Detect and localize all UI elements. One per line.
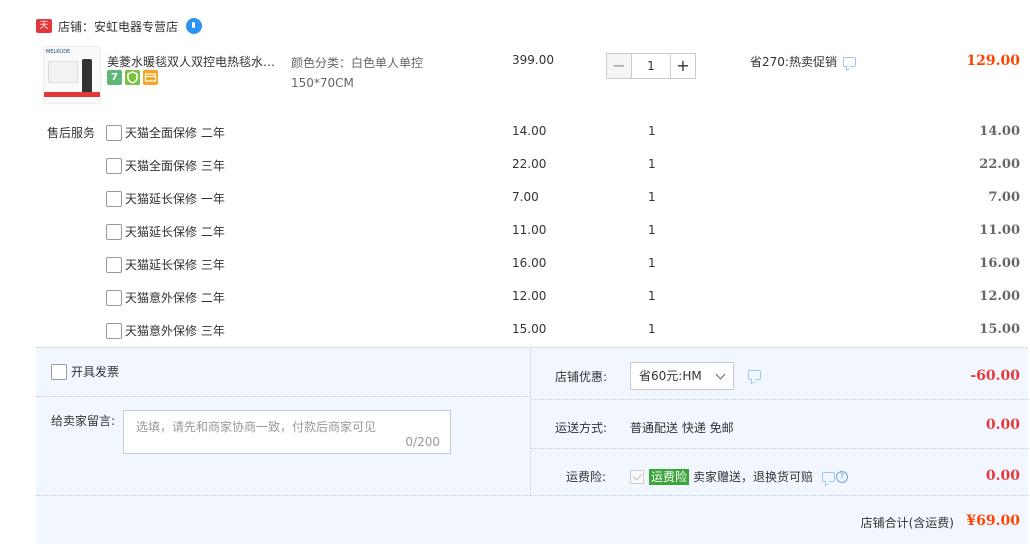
thumbnail-brand-text: MELKODE: [46, 49, 71, 55]
service-row: 天猫意外保修 三年 15.00 1 15.00: [36, 314, 1028, 347]
service-total: 15.00: [979, 322, 1020, 337]
service-row: 天猫全面保修 三年 22.00 1 22.00: [36, 149, 1028, 182]
service-price: 16.00: [512, 256, 547, 270]
service-row: 天猫意外保修 二年 12.00 1 12.00: [36, 281, 1028, 314]
seller-note-placeholder: 选填，请先和商家协商一致，付款后商家可见: [136, 420, 377, 434]
insurance-amount: 0.00: [985, 468, 1020, 484]
service-total: 14.00: [979, 124, 1020, 139]
service-name: 天猫延长保修 一年: [125, 192, 225, 206]
product-row: MELKODE 美菱水暖毯双人双控电热毯水循环... 7 颜色分类：白色单人单控…: [36, 44, 1028, 110]
help-icon[interactable]: ?: [836, 470, 849, 483]
service-total: 22.00: [979, 157, 1020, 172]
insurance-checkbox: [630, 469, 644, 484]
service-checkbox[interactable]: [106, 158, 122, 174]
seller-note-input[interactable]: 选填，请先和商家协商一致，付款后商家可见 0/200: [123, 410, 451, 454]
message-icon[interactable]: [822, 471, 836, 482]
shipping-amount: 0.00: [985, 417, 1020, 433]
service-name: 天猫全面保修 二年: [125, 126, 225, 140]
order-summary-panel: 开具发票 给卖家留言: 选填，请先和商家协商一致，付款后商家可见 0/200 店…: [36, 347, 1028, 544]
insurance-badge: 运费险: [649, 468, 690, 485]
service-qty: 1: [648, 289, 656, 303]
invoice-checkbox[interactable]: [51, 363, 67, 380]
shop-discount-value: 省60元:HM: [639, 369, 702, 383]
promotion-info: 省270:热卖促销: [750, 53, 856, 70]
service-name: 天猫全面保修 三年: [125, 159, 225, 173]
service-icons: 7: [107, 70, 158, 85]
shipping-label: 运送方式:: [555, 421, 608, 435]
shop-discount-amount: -60.00: [970, 368, 1020, 384]
shipping-insurance-label: 运费险:: [566, 470, 607, 484]
quantity-stepper: − 1 +: [606, 53, 696, 79]
message-icon[interactable]: [842, 56, 856, 67]
service-qty: 1: [648, 256, 656, 270]
service-name: 天猫延长保修 二年: [125, 225, 225, 239]
service-qty: 1: [648, 190, 656, 204]
service-qty: 1: [648, 157, 656, 171]
service-price: 22.00: [512, 157, 547, 171]
invoice-option[interactable]: 开具发票: [51, 363, 119, 380]
service-price: 12.00: [512, 289, 547, 303]
tmall-badge: 天猫: [36, 19, 52, 45]
promotion-text: 省270:热卖促销: [750, 55, 837, 69]
seller-note-label: 给卖家留言:: [51, 414, 116, 428]
shop-header: 天猫 店铺：安虹电器专营店: [36, 14, 203, 45]
shipping-insurance: 运费险 卖家赠送，退换货可赔 ?: [630, 468, 849, 485]
seller-note-counter: 0/200: [405, 435, 440, 449]
service-row: 天猫延长保修 二年 11.00 1 11.00: [36, 215, 1028, 248]
service-checkbox[interactable]: [106, 125, 122, 141]
service-total: 11.00: [979, 223, 1020, 238]
chevron-down-icon: [715, 369, 726, 380]
shop-discount-label: 店铺优惠:: [555, 370, 608, 384]
service-price: 11.00: [512, 223, 547, 237]
invoice-label: 开具发票: [71, 365, 120, 379]
quantity-decrease-button[interactable]: −: [606, 53, 632, 79]
guarantee-shield-icon[interactable]: [125, 70, 140, 85]
sku-description: 颜色分类：白色单人单控150*70CM: [291, 56, 424, 90]
chat-seller-icon[interactable]: [186, 18, 203, 34]
shipping-method: 普通配送 快递 免邮: [630, 421, 734, 435]
service-name: 天猫意外保修 三年: [125, 324, 225, 338]
product-title[interactable]: 美菱水暖毯双人双控电热毯水循环...: [107, 53, 287, 70]
unit-price: 399.00: [512, 53, 554, 67]
service-row: 天猫全面保修 二年 14.00 1 14.00: [36, 116, 1028, 149]
quantity-input[interactable]: 1: [632, 53, 670, 79]
service-qty: 1: [648, 322, 656, 336]
service-qty: 1: [648, 124, 656, 138]
product-thumbnail[interactable]: MELKODE: [43, 46, 101, 104]
service-total: 7.00: [988, 190, 1020, 205]
service-price: 7.00: [512, 190, 539, 204]
service-checkbox[interactable]: [106, 191, 122, 207]
service-row: 天猫延长保修 三年 16.00 1 16.00: [36, 248, 1028, 281]
shop-total-label: 店铺合计(含运费): [860, 516, 954, 530]
service-checkbox[interactable]: [106, 224, 122, 240]
credit-card-icon[interactable]: [143, 70, 158, 85]
seven-day-return-icon[interactable]: 7: [107, 70, 122, 85]
service-qty: 1: [648, 223, 656, 237]
message-icon[interactable]: [748, 370, 761, 380]
service-name: 天猫延长保修 三年: [125, 258, 225, 272]
service-name: 天猫意外保修 二年: [125, 291, 225, 305]
service-price: 14.00: [512, 124, 547, 138]
service-price: 15.00: [512, 322, 547, 336]
quantity-increase-button[interactable]: +: [670, 53, 696, 79]
service-total: 12.00: [979, 289, 1020, 304]
insurance-text: 卖家赠送，退换货可赔: [693, 470, 814, 484]
service-checkbox[interactable]: [106, 290, 122, 306]
service-checkbox[interactable]: [106, 257, 122, 273]
shop-discount-select[interactable]: 省60元:HM: [630, 362, 734, 390]
service-checkbox[interactable]: [106, 323, 122, 339]
shop-name[interactable]: 店铺：安虹电器专营店: [58, 18, 178, 35]
product-subtotal: 129.00: [966, 53, 1020, 69]
service-row: 天猫延长保修 一年 7.00 1 7.00: [36, 182, 1028, 215]
shop-total-amount: ¥69.00: [966, 513, 1020, 529]
service-total: 16.00: [979, 256, 1020, 271]
